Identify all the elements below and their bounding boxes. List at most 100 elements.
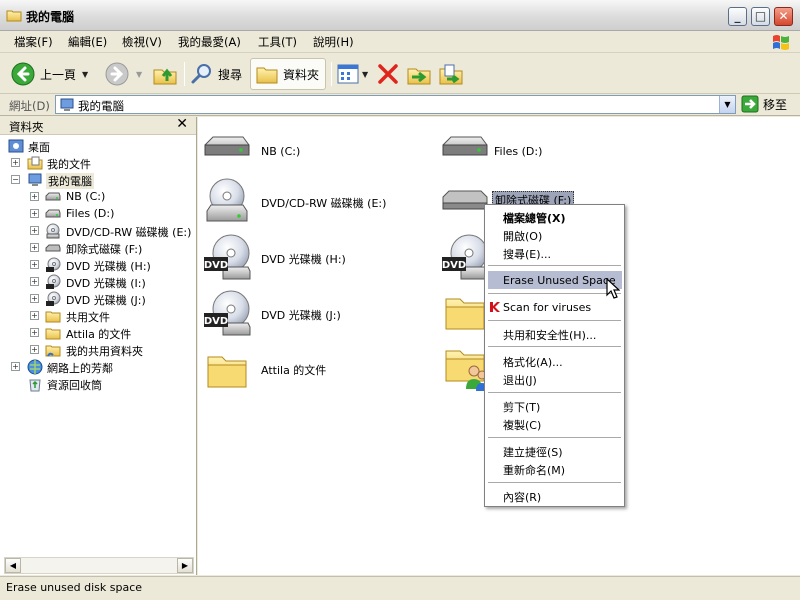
expand-toggle[interactable]: + xyxy=(30,277,39,286)
search-button[interactable]: 搜尋 xyxy=(190,58,242,90)
tree-item-drive-h[interactable]: + DVD 光碟機 (H:) xyxy=(0,256,196,273)
tree-item-label: 共用文件 xyxy=(66,311,110,324)
drive-item-d[interactable]: Files (D:) xyxy=(441,125,671,175)
back-button[interactable]: 上一頁 ▼ xyxy=(10,58,88,90)
folder-pane: 資料夾 ✕ 桌面 + 我的文件 − 我的電腦 + NB (C:) + Files… xyxy=(0,116,197,575)
menu-file[interactable]: 檔案(F) xyxy=(14,34,53,50)
desktop-icon xyxy=(8,139,24,153)
folder-icon xyxy=(207,356,247,388)
tree-item-my-computer[interactable]: − 我的電腦 xyxy=(0,171,196,189)
drive-item-e[interactable]: DVD/CD-RW 磁碟機 (E:) xyxy=(203,177,433,227)
dvd-drive-icon xyxy=(46,257,61,272)
context-menu-properties[interactable]: 內容(R) xyxy=(503,489,541,505)
expand-toggle[interactable]: + xyxy=(30,345,39,354)
close-button[interactable]: ✕ xyxy=(774,7,793,26)
context-menu-search[interactable]: 搜尋(E)... xyxy=(503,246,551,262)
go-button[interactable]: 移至 xyxy=(741,95,787,113)
menu-separator xyxy=(488,293,621,294)
scroll-right-button[interactable]: ▶ xyxy=(177,558,193,573)
delete-button[interactable] xyxy=(376,58,400,90)
expand-toggle[interactable]: + xyxy=(30,226,39,235)
folder-pane-title: 資料夾 xyxy=(9,120,44,134)
context-menu-erase-unused-space[interactable]: Erase Unused Space xyxy=(503,274,616,287)
expand-toggle[interactable]: + xyxy=(30,243,39,252)
folder-pane-header: 資料夾 ✕ xyxy=(0,116,196,135)
tree-item-label: 我的電腦 xyxy=(46,173,94,189)
copy-to-button[interactable] xyxy=(438,58,464,90)
chevron-down-icon[interactable]: ▼ xyxy=(82,70,88,79)
menu-help[interactable]: 說明(H) xyxy=(313,34,354,50)
tree-item-network[interactable]: + 網路上的芳鄰 xyxy=(0,358,196,375)
menu-bar: 檔案(F) 編輯(E) 檢視(V) 我的最愛(A) 工具(T) 說明(H) xyxy=(0,31,800,53)
drive-item-j[interactable]: DVD DVD 光碟機 (J:) xyxy=(203,289,433,339)
my-documents-icon xyxy=(27,156,43,170)
tree-item-drive-d[interactable]: + Files (D:) xyxy=(0,205,196,222)
expand-toggle[interactable]: + xyxy=(30,209,39,218)
up-folder-button[interactable] xyxy=(152,58,178,90)
tree-item-drive-j[interactable]: + DVD 光碟機 (J:) xyxy=(0,290,196,307)
context-menu-explore[interactable]: 檔案總管(X) xyxy=(503,210,566,226)
tree-item-recycle-bin[interactable]: 資源回收筒 xyxy=(0,375,196,392)
address-input[interactable]: 我的電腦 ▼ xyxy=(55,95,736,114)
chevron-down-icon[interactable]: ▼ xyxy=(362,70,368,79)
folder-pane-close-button[interactable]: ✕ xyxy=(176,116,188,132)
context-menu-open[interactable]: 開啟(O) xyxy=(503,228,542,244)
menu-favorites[interactable]: 我的最愛(A) xyxy=(178,34,241,50)
context-menu-create-shortcut[interactable]: 建立捷徑(S) xyxy=(503,444,563,460)
context-menu-format[interactable]: 格式化(A)... xyxy=(503,354,563,370)
tree-item-label: DVD 光碟機 (H:) xyxy=(66,260,151,273)
context-menu-eject[interactable]: 退出(J) xyxy=(503,372,537,388)
folder-icon xyxy=(45,311,61,323)
tree-item-drive-i[interactable]: + DVD 光碟機 (I:) xyxy=(0,273,196,290)
tree-item-attila-documents[interactable]: + Attila 的文件 xyxy=(0,324,196,341)
item-label: DVD 光碟機 (J:) xyxy=(261,309,341,322)
folder-item-attila[interactable]: Attila 的文件 xyxy=(206,347,436,397)
expand-toggle[interactable]: + xyxy=(30,192,39,201)
expand-toggle[interactable]: + xyxy=(30,260,39,269)
expand-toggle[interactable]: + xyxy=(30,328,39,337)
expand-toggle[interactable]: + xyxy=(11,158,20,167)
horizontal-scrollbar[interactable]: ◀ ▶ xyxy=(4,557,194,574)
maximize-button[interactable]: □ xyxy=(751,7,770,26)
drive-item-h[interactable]: DVD DVD 光碟機 (H:) xyxy=(203,233,433,283)
tree-item-my-shared-folder[interactable]: + 我的共用資料夾 xyxy=(0,341,196,358)
context-menu-sharing-security[interactable]: 共用和安全性(H)... xyxy=(503,327,596,343)
dvd-drive-icon xyxy=(46,274,61,289)
tree-item-shared-documents[interactable]: + 共用文件 xyxy=(0,307,196,324)
removable-disk-icon xyxy=(45,244,61,252)
menu-tools[interactable]: 工具(T) xyxy=(258,34,297,50)
drive-item-c[interactable]: NB (C:) xyxy=(203,125,433,175)
context-menu-scan-for-viruses[interactable]: Scan for viruses xyxy=(503,301,591,314)
context-menu-copy[interactable]: 複製(C) xyxy=(503,417,541,433)
expand-toggle[interactable]: + xyxy=(11,362,20,371)
tree-item-label: DVD 光碟機 (I:) xyxy=(66,277,146,290)
views-button[interactable]: ▼ xyxy=(336,58,368,90)
title-bar[interactable]: 我的電腦 _ □ ✕ xyxy=(0,0,800,31)
address-label: 網址(D) xyxy=(9,99,50,113)
forward-button[interactable]: ▼ xyxy=(104,58,142,90)
menu-edit[interactable]: 編輯(E) xyxy=(68,34,107,50)
menu-view[interactable]: 檢視(V) xyxy=(122,34,162,50)
collapse-toggle[interactable]: − xyxy=(11,175,20,184)
folders-button[interactable]: 資料夾 xyxy=(250,58,326,90)
address-bar: 網址(D) 我的電腦 ▼ 移至 xyxy=(0,94,800,116)
tree-item-label: 資源回收筒 xyxy=(47,379,102,392)
context-menu-rename[interactable]: 重新命名(M) xyxy=(503,462,565,478)
hard-drive-icon xyxy=(442,136,488,156)
tree-item-drive-c[interactable]: + NB (C:) xyxy=(0,188,196,205)
expand-toggle[interactable]: + xyxy=(30,311,39,320)
minimize-button[interactable]: _ xyxy=(728,7,747,26)
move-to-button[interactable] xyxy=(406,58,432,90)
scroll-left-button[interactable]: ◀ xyxy=(5,558,21,573)
tree-item-drive-e[interactable]: + DVD/CD-RW 磁碟機 (E:) xyxy=(0,222,196,239)
address-dropdown-button[interactable]: ▼ xyxy=(719,96,735,113)
dvd-drive-icon: DVD xyxy=(204,234,251,280)
context-menu-cut[interactable]: 剪下(T) xyxy=(503,399,540,415)
tree-item-desktop[interactable]: 桌面 xyxy=(0,137,196,154)
tree-item-drive-f[interactable]: + 卸除式磁碟 (F:) xyxy=(0,239,196,256)
tree-item-my-documents[interactable]: + 我的文件 xyxy=(0,154,196,171)
folders-label: 資料夾 xyxy=(283,67,320,82)
expand-toggle[interactable]: + xyxy=(30,294,39,303)
status-text: Erase unused disk space xyxy=(6,581,143,594)
chevron-down-icon[interactable]: ▼ xyxy=(136,70,142,79)
